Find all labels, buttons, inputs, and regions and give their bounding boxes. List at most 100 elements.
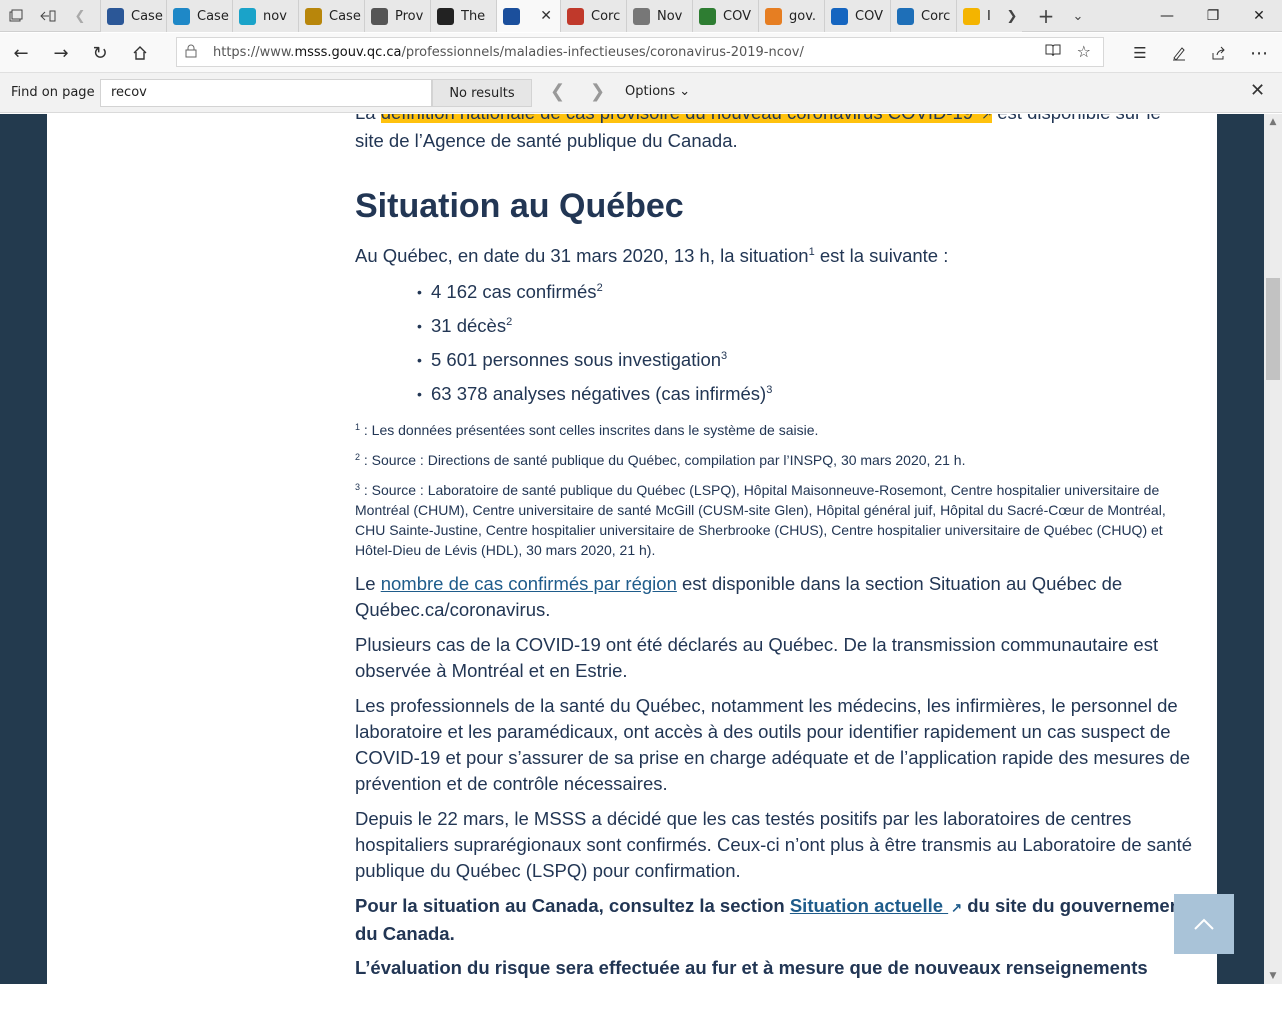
- footnote-text: : Source : Directions de santé publique …: [360, 452, 966, 468]
- stat-footnote-ref: 2: [596, 282, 603, 294]
- scroll-down-icon[interactable]: ▼: [1264, 968, 1282, 984]
- find-options-button[interactable]: Options ⌄: [625, 84, 690, 99]
- browser-tab[interactable]: gov.: [758, 0, 824, 32]
- home-button[interactable]: [122, 37, 158, 69]
- url-text[interactable]: https://www.msss.gouv.qc.ca/professionne…: [213, 45, 804, 60]
- browser-tab[interactable]: nov: [232, 0, 298, 32]
- document-icon: [305, 7, 322, 25]
- favorite-star-icon[interactable]: ☆: [1077, 42, 1091, 61]
- footnotes: 1 : Les données présentées sont celles i…: [355, 420, 1197, 570]
- find-input[interactable]: recov: [100, 79, 432, 107]
- tab-title: COV: [723, 8, 751, 24]
- pen-icon: [567, 7, 584, 25]
- tab-actions-icon[interactable]: [0, 0, 32, 32]
- tab-title: nov: [263, 8, 287, 24]
- close-tab-icon[interactable]: ✕: [540, 8, 552, 24]
- page-content: La définition nationale de cas provisoir…: [47, 114, 1217, 984]
- tab-title: I: [987, 8, 991, 24]
- tab-title: Corc: [591, 8, 621, 24]
- find-close-icon[interactable]: ✕: [1250, 80, 1265, 101]
- tab-title: Case: [197, 8, 229, 24]
- community-transmission-paragraph: Plusieurs cas de la COVID-19 ont été déc…: [355, 634, 1159, 681]
- browser-tab[interactable]: COV: [692, 0, 758, 32]
- lab-confirmation-paragraph: Depuis le 22 mars, le MSSS a décidé que …: [355, 808, 1193, 881]
- medical-cross-icon: [239, 7, 256, 25]
- minimize-button[interactable]: —: [1144, 0, 1190, 32]
- reading-view-icon[interactable]: [1045, 43, 1061, 61]
- tab-title: gov.: [789, 8, 817, 24]
- stat-text: 63 378 analyses négatives (cas infirmés): [431, 383, 767, 404]
- stat-item: 5 601 personnes sous investigation3: [355, 347, 1197, 373]
- page-viewport: La définition nationale de cas provisoir…: [0, 114, 1264, 984]
- find-previous-icon[interactable]: ❮: [550, 81, 565, 102]
- stat-footnote-ref: 3: [766, 384, 773, 396]
- forward-button[interactable]: →: [43, 37, 79, 69]
- professionals-paragraph: Les professionnels de la santé du Québec…: [355, 695, 1191, 794]
- scroll-up-icon[interactable]: ▲: [1264, 114, 1282, 130]
- browser-tab[interactable]: Prov: [364, 0, 430, 32]
- tab-title: Nov: [657, 8, 683, 24]
- browser-tab[interactable]: ✕: [496, 0, 560, 32]
- tab-scroll-right-icon[interactable]: ❯: [996, 0, 1028, 32]
- footnote-text: : Source : Laboratoire de santé publique…: [355, 482, 1166, 558]
- stat-text: 5 601 personnes sous investigation: [431, 349, 722, 370]
- canada-situation-link[interactable]: Situation actuelle ↗: [790, 895, 962, 916]
- status-paragraph: Au Québec, en date du 31 mars 2020, 13 h…: [355, 245, 949, 266]
- tab-title: Prov: [395, 8, 424, 24]
- browser-tab[interactable]: Corc: [890, 0, 956, 32]
- region-paragraph: Le nombre de cas confirmés par région es…: [355, 573, 1123, 620]
- browser-tab[interactable]: The: [430, 0, 496, 32]
- arch-icon: [897, 7, 914, 25]
- find-next-icon[interactable]: ❯: [590, 81, 605, 102]
- browser-tab[interactable]: Case: [100, 0, 166, 32]
- new-tab-icon[interactable]: +: [1030, 0, 1062, 32]
- news-icon: [633, 7, 650, 25]
- stat-text: 31 décès: [431, 315, 507, 336]
- definition-link[interactable]: définition nationale de cas provisoire d…: [380, 114, 993, 123]
- risk-assessment-paragraph: L’évaluation du risque sera effectuée au…: [355, 957, 1148, 978]
- fleur-de-lis-icon: [503, 7, 520, 25]
- share-icon[interactable]: [1201, 37, 1237, 69]
- navigation-bar: ← → ↻ https://www.msss.gouv.qc.ca/profes…: [0, 33, 1282, 73]
- address-bar[interactable]: https://www.msss.gouv.qc.ca/professionne…: [176, 37, 1104, 67]
- scrollbar-thumb[interactable]: [1266, 278, 1280, 380]
- canada-situation-paragraph: Pour la situation au Canada, consultez l…: [355, 895, 1188, 944]
- window-bottom-area: [0, 984, 1282, 1016]
- tab-preview-chevron-icon[interactable]: ⌄: [1062, 0, 1094, 32]
- crown-icon: [963, 7, 980, 25]
- browser-tab[interactable]: Case: [166, 0, 232, 32]
- intro-paragraph: La définition nationale de cas provisoir…: [355, 114, 1197, 154]
- cloud-icon: [699, 7, 716, 25]
- stat-text: 4 162 cas confirmés: [431, 281, 597, 302]
- car-icon: [371, 7, 388, 25]
- refresh-button[interactable]: ↻: [82, 37, 118, 69]
- close-window-button[interactable]: ✕: [1236, 0, 1282, 32]
- tab-title: COV: [855, 8, 883, 24]
- stat-footnote-ref: 3: [721, 350, 728, 362]
- restore-button[interactable]: ❐: [1190, 0, 1236, 32]
- tab-title: Corc: [921, 8, 951, 24]
- find-bar: Find on page recov No results ❮ ❯ Option…: [0, 73, 1282, 113]
- shield-icon: [437, 7, 454, 25]
- more-menu-icon[interactable]: ⋯: [1241, 37, 1277, 69]
- browser-tab[interactable]: Nov: [626, 0, 692, 32]
- footnote: 2 : Source : Directions de santé publiqu…: [355, 450, 1197, 470]
- vertical-scrollbar[interactable]: ▲ ▼: [1264, 114, 1282, 984]
- footnote-text: : Les données présentées sont celles ins…: [360, 422, 819, 438]
- tab-strip: ❮ Case Case nov Case Prov The ✕ Corc Nov COV gov. C…: [0, 0, 1282, 32]
- find-result-status: No results: [432, 79, 532, 107]
- back-button[interactable]: ←: [3, 37, 39, 69]
- back-to-top-button[interactable]: [1174, 894, 1234, 954]
- set-tabs-aside-icon[interactable]: [32, 0, 64, 32]
- windows-tile-icon: [107, 7, 124, 25]
- web-note-icon[interactable]: [1161, 37, 1197, 69]
- stat-footnote-ref: 2: [506, 316, 513, 328]
- leaf-icon: [765, 7, 782, 25]
- browser-tab[interactable]: Corc: [560, 0, 626, 32]
- browser-tab[interactable]: COV: [824, 0, 890, 32]
- browser-tab[interactable]: Case: [298, 0, 364, 32]
- tab-scroll-left-icon[interactable]: ❮: [64, 0, 96, 32]
- stat-item: 31 décès2: [355, 313, 1197, 339]
- region-cases-link[interactable]: nombre de cas confirmés par région: [381, 573, 677, 594]
- favorites-hub-icon[interactable]: ☰: [1122, 37, 1158, 69]
